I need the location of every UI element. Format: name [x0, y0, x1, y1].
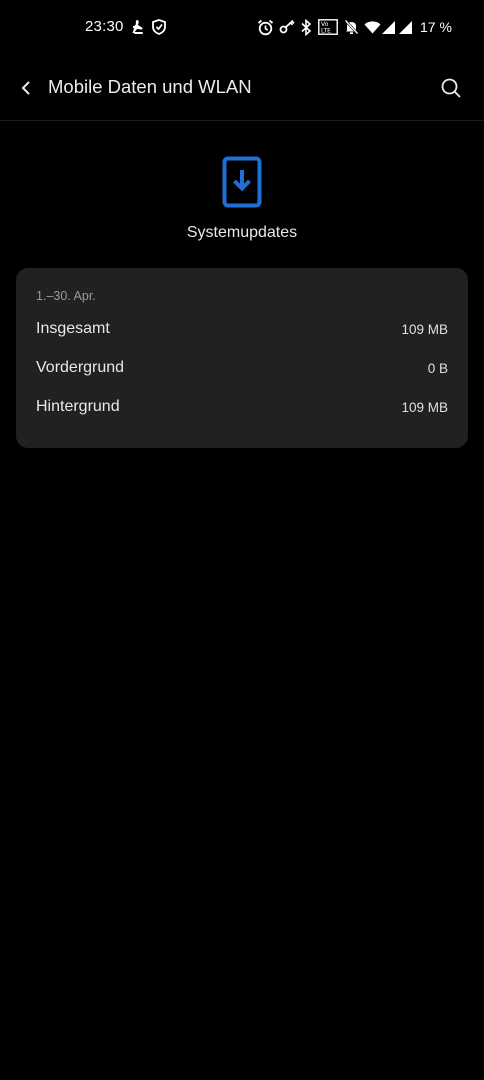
- status-time: 23:30: [85, 18, 124, 35]
- search-icon: [441, 78, 461, 98]
- vpn-key-icon: [278, 18, 296, 36]
- signal-icon: [380, 18, 396, 36]
- back-arrow-icon: [21, 81, 30, 95]
- usage-value: 109 MB: [401, 322, 448, 337]
- usage-label: Insgesamt: [36, 320, 110, 337]
- usage-label: Hintergrund: [36, 398, 120, 415]
- usage-period: 1.–30. Apr.: [36, 289, 96, 303]
- usage-label: Vordergrund: [36, 359, 125, 376]
- usage-row-background: Hintergrund 109 MB: [36, 398, 448, 422]
- shield-icon: [151, 18, 167, 36]
- usage-value: 0 B: [427, 361, 448, 376]
- toolbar-divider: [0, 120, 484, 121]
- mute-icon: [343, 18, 359, 36]
- search-button[interactable]: [435, 72, 467, 104]
- alarm-icon: [256, 18, 274, 36]
- system-update-icon: [222, 156, 262, 208]
- svg-text:LTE: LTE: [321, 28, 331, 35]
- usage-value: 109 MB: [401, 400, 448, 415]
- back-button[interactable]: [10, 72, 42, 104]
- status-bar: 23:30 Vo LTE 17 %: [0, 0, 484, 56]
- usage-row-foreground: Vordergrund 0 B: [36, 359, 448, 383]
- page-title: Mobile Daten und WLAN: [48, 76, 252, 97]
- usage-row-total: Insgesamt 109 MB: [36, 320, 448, 344]
- app-name: Systemupdates: [186, 224, 298, 241]
- toolbar: Mobile Daten und WLAN: [0, 56, 484, 120]
- wifi-icon: [363, 18, 381, 36]
- bluetooth-icon: [299, 18, 313, 36]
- battery-percent: 17 %: [420, 19, 452, 35]
- usage-card: 1.–30. Apr. Insgesamt 109 MB Vordergrund…: [16, 268, 468, 448]
- signal-icon-2: [397, 18, 413, 36]
- volte-icon: Vo LTE: [317, 18, 339, 36]
- app-notification-icon: [130, 18, 146, 36]
